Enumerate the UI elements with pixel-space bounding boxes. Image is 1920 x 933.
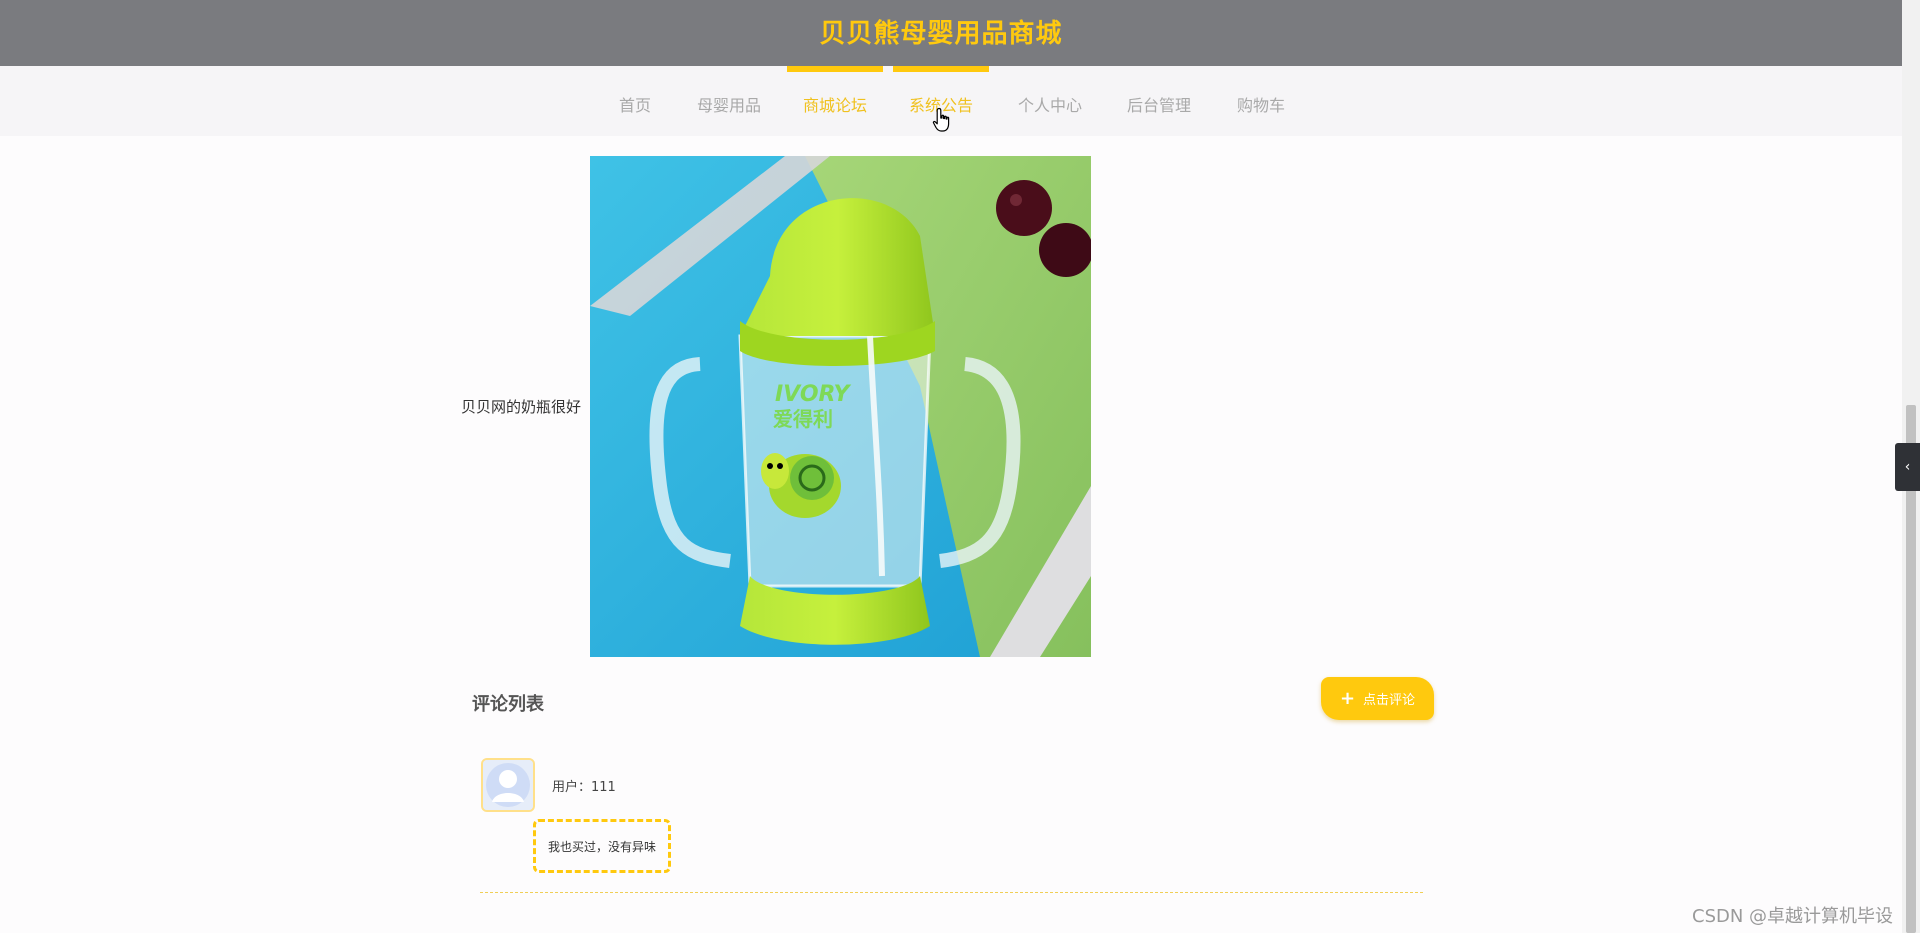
sippy-cup-photo-icon: IVORY 爱得利: [590, 156, 1091, 657]
comments-title: 评论列表: [472, 694, 544, 715]
nav-item-home[interactable]: 首页: [619, 92, 651, 116]
site-title: 贝贝熊母婴用品商城: [819, 19, 1063, 49]
nav-active-indicator: [787, 66, 883, 72]
avatar: [481, 758, 535, 812]
post-text: 贝贝网的奶瓶很好: [461, 398, 582, 416]
nav-item-products[interactable]: 母婴用品: [697, 92, 761, 116]
chevron-left-icon: ‹: [1904, 459, 1911, 475]
nav-item-user-center[interactable]: 个人中心: [1018, 92, 1082, 116]
user-avatar-icon: [483, 760, 533, 810]
svg-text:爱得利: 爱得利: [773, 407, 833, 431]
nav-hover-indicator: [893, 66, 989, 72]
add-comment-label: 点击评论: [1363, 693, 1416, 708]
nav-item-admin[interactable]: 后台管理: [1127, 92, 1191, 116]
nav-item-cart[interactable]: 购物车: [1237, 92, 1285, 116]
watermark: CSDN @卓越计算机毕设: [1692, 906, 1894, 927]
nav-item-forum[interactable]: 商城论坛: [803, 92, 867, 116]
plus-icon: +: [1339, 687, 1356, 709]
svg-text:IVORY: IVORY: [775, 382, 851, 407]
side-panel-toggle[interactable]: ‹: [1895, 443, 1920, 491]
comment-divider: [480, 892, 1423, 893]
add-comment-button[interactable]: + 点击评论: [1321, 677, 1434, 720]
comment-content: 我也买过，没有异味: [533, 819, 672, 873]
comment-user-label: 用户：111: [552, 780, 616, 795]
hand-cursor-icon: [932, 107, 950, 132]
post-image: IVORY 爱得利: [590, 156, 1091, 657]
site-header: 贝贝熊母婴用品商城: [0, 0, 1902, 66]
